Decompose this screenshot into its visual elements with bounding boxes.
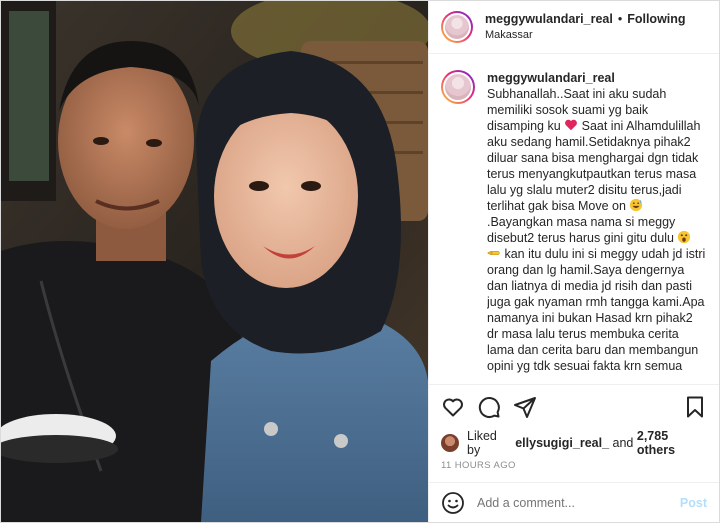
backhand-index-pointing-left-emoji-icon	[487, 250, 500, 256]
red-heart-emoji-icon	[565, 119, 578, 131]
avatar-image	[443, 13, 471, 41]
bookmark-icon	[687, 396, 703, 417]
caption-text-3: .Bayangkan masa nama si meggy disebut2 t…	[487, 215, 676, 245]
likes-joiner: and	[612, 436, 634, 450]
author-username[interactable]: meggywulandari_real	[485, 12, 613, 27]
caption-username[interactable]: meggywulandari_real	[487, 71, 615, 85]
author-row: meggywulandari_real • Following	[485, 12, 686, 27]
liker-username[interactable]: ellysugigi_real_	[515, 436, 609, 450]
liker-avatar[interactable]	[441, 434, 459, 452]
caption-author-avatar[interactable]	[441, 70, 475, 104]
likes-others-link[interactable]: 2,785 others	[637, 429, 707, 457]
comment-button[interactable]	[477, 395, 501, 419]
following-button[interactable]: Following	[627, 12, 685, 27]
post-photo[interactable]	[1, 1, 428, 522]
save-button[interactable]	[683, 395, 707, 419]
post-actions	[429, 384, 719, 428]
post-comment-button[interactable]: Post	[680, 496, 707, 510]
author-info: meggywulandari_real • Following Makassar	[485, 12, 686, 42]
paper-plane-icon	[514, 396, 536, 418]
comment-input[interactable]	[477, 495, 680, 510]
add-comment-bar: Post	[429, 482, 719, 522]
separator-dot: •	[617, 11, 623, 26]
caption-row: meggywulandari_real Subhanallah..Saat in…	[441, 70, 707, 375]
post-location[interactable]: Makassar	[485, 29, 686, 42]
astonished-face-emoji-icon	[678, 230, 691, 244]
like-button[interactable]	[441, 395, 465, 419]
grinning-sweat-emoji-icon	[630, 198, 643, 212]
post-timestamp[interactable]: 11 HOURS AGO	[429, 454, 719, 482]
liked-by-prefix: Liked by	[467, 429, 497, 457]
avatar-image	[443, 72, 473, 102]
selfie-photo-illustration	[1, 1, 428, 522]
post-caption: meggywulandari_real Subhanallah..Saat in…	[487, 70, 707, 375]
share-button[interactable]	[513, 395, 537, 419]
author-avatar[interactable]	[441, 11, 473, 43]
instagram-post: meggywulandari_real • Following Makassar…	[0, 0, 720, 523]
caption-text-2: Saat ini Alhamdulillah aku sedang hamil.…	[487, 119, 701, 213]
caption-text-4: kan itu dulu ini si meggy udah jd istri …	[487, 247, 706, 373]
comments-section[interactable]: meggywulandari_real Subhanallah..Saat in…	[429, 54, 719, 384]
smiley-icon[interactable]	[441, 491, 465, 515]
likes-summary: Liked by ellysugigi_real_ and 2,785 othe…	[429, 428, 719, 457]
speech-bubble-icon	[478, 396, 500, 418]
post-header: meggywulandari_real • Following Makassar	[429, 1, 719, 54]
heart-outline-icon	[443, 398, 463, 416]
post-side-panel: meggywulandari_real • Following Makassar…	[428, 1, 719, 522]
